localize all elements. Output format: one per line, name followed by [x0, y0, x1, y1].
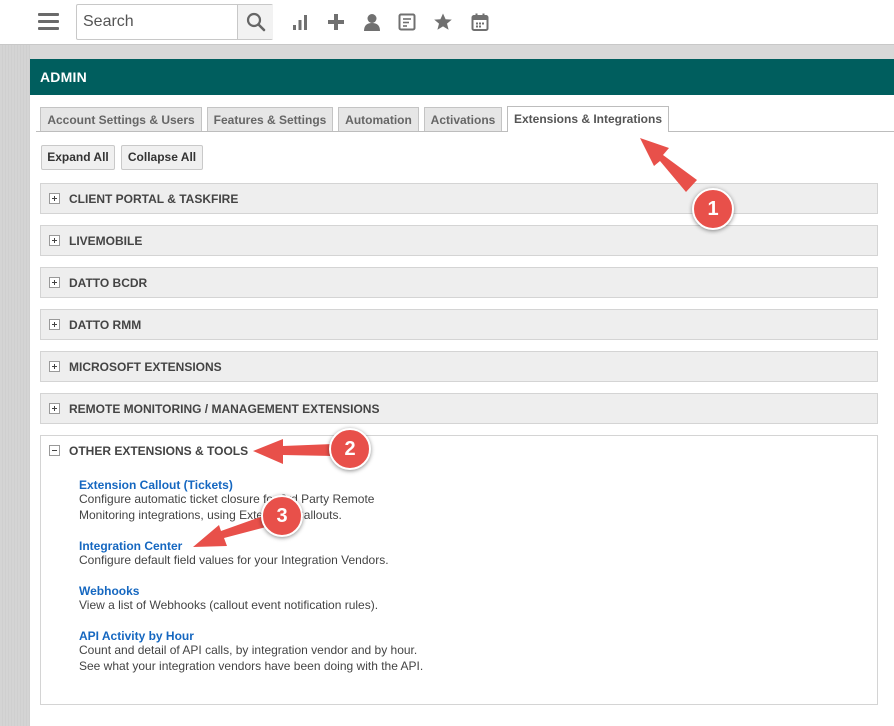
callout-arrow-3 [193, 515, 270, 547]
callout-badge-3: 3 [261, 495, 303, 537]
annotation-arrows [193, 138, 697, 547]
callout-arrow-2 [253, 439, 333, 464]
callout-badge-1: 1 [692, 188, 734, 230]
callout-arrow-1 [640, 138, 697, 192]
callout-badge-2: 2 [329, 428, 371, 470]
